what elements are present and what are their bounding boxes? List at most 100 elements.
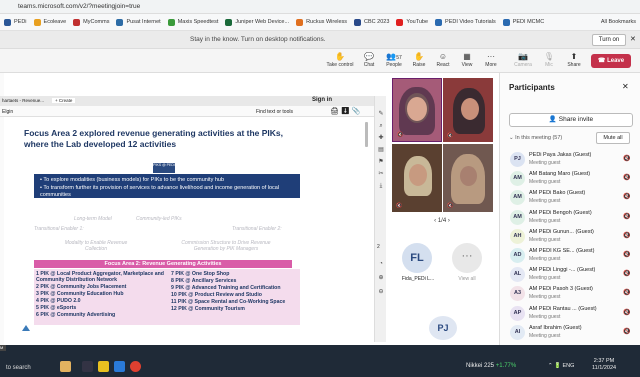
participant-row[interactable]: AI Asraf Ibrahim (Guest) Meeting guest 🔇 xyxy=(507,322,637,348)
in-meeting-header[interactable]: ⌄ In this meeting (57) xyxy=(509,135,562,141)
participant-role: Meeting guest xyxy=(529,179,561,186)
avatar: AH xyxy=(510,228,525,244)
bookmark-item[interactable]: Ruckus Wireless xyxy=(296,18,347,26)
bookmark-favicon-icon xyxy=(167,18,175,26)
mic-off-icon[interactable]: 🔇 xyxy=(623,155,630,162)
mute-all-button[interactable]: Mute all xyxy=(596,132,630,144)
clock[interactable]: 2:37 PM 11/1/2024 xyxy=(592,358,616,372)
avatar: AP xyxy=(510,305,525,321)
sign-in-link: Sign in xyxy=(312,97,332,103)
participant-role: Meeting guest xyxy=(529,256,561,262)
mic-off-icon[interactable]: 🔇 xyxy=(623,193,630,200)
more-button[interactable]: ··· More xyxy=(477,52,505,68)
edge-icon[interactable] xyxy=(114,361,125,372)
close-icon[interactable]: ✕ xyxy=(630,35,636,43)
close-icon[interactable]: ✕ xyxy=(622,82,629,91)
video-tile[interactable]: 🔇 xyxy=(392,78,442,142)
people-icon: 👥57 xyxy=(386,52,402,61)
bookmark-item[interactable]: Pusat Internet xyxy=(116,18,161,26)
mic-off-icon[interactable]: 🔇 xyxy=(623,213,630,220)
shared-browser-tabs: hartaets - Revenue... + Create Sign in xyxy=(0,96,386,106)
system-tray[interactable]: ⌃ 🔋 ENG xyxy=(548,363,574,369)
bookmark-item[interactable]: PEDI Video Tutorials xyxy=(435,18,496,26)
ellipsis-icon: ··· xyxy=(487,52,495,61)
more-participants-button[interactable]: ··· xyxy=(452,243,482,273)
leave-button[interactable]: ☎ Leave xyxy=(591,54,631,68)
share-button[interactable]: ⬆ Share xyxy=(560,52,588,68)
face-shape xyxy=(461,98,479,120)
browser-address-bar[interactable]: teams.microsoft.com/v2/?meetingjoin=true xyxy=(0,0,640,14)
find-box: Find text or tools xyxy=(256,109,293,115)
panel-title: Participants xyxy=(509,83,555,92)
mic-off-icon: 🔇 xyxy=(447,133,454,139)
url-text[interactable]: teams.microsoft.com/v2/?meetingjoin=true xyxy=(18,3,140,10)
tool-icon: ✂ xyxy=(378,171,384,177)
bookmark-favicon-icon xyxy=(73,18,81,26)
people-button[interactable]: 👥57 People xyxy=(380,52,408,68)
tool-icon: ⊖ xyxy=(378,289,384,295)
bookmark-favicon-icon xyxy=(296,18,304,26)
logo-icon xyxy=(22,325,30,331)
bookmark-item[interactable]: Juniper Web Device... xyxy=(225,18,289,26)
pik-item: 7 PIK @ One Stop Shop xyxy=(171,271,230,277)
bookmark-item[interactable]: PEDI MCMC xyxy=(502,18,544,26)
participant-name: AM PEDi Gunun... (Guest) xyxy=(529,228,594,235)
pik-item: 12 PIK @ Community Tourism xyxy=(171,306,245,312)
avatar[interactable]: FL xyxy=(402,243,432,273)
mic-off-icon[interactable]: 🔇 xyxy=(623,232,630,239)
gallery-pager[interactable]: ‹ 1/4 › xyxy=(392,215,492,227)
participant-label: Fida_PEDi L... xyxy=(401,276,435,282)
video-tile[interactable]: 🔇 xyxy=(443,144,493,212)
avatar[interactable]: PJ xyxy=(429,316,457,340)
pik-item: 6 PIK @ Community Advertising xyxy=(36,312,116,318)
bookmark-item[interactable]: MyComms xyxy=(73,18,109,26)
mic-off-icon[interactable]: 🔇 xyxy=(623,309,630,316)
camera-button[interactable]: 📷 Camera xyxy=(509,52,537,68)
chat-button[interactable]: 💬 Chat xyxy=(355,52,383,68)
turn-on-button[interactable]: Turn on xyxy=(592,34,626,46)
mic-off-icon[interactable]: 🔇 xyxy=(623,328,630,335)
mic-off-icon[interactable]: 🔇 xyxy=(623,289,630,296)
shared-slide: Focus Area 2 explored revenue generating… xyxy=(4,118,372,340)
mic-off-icon[interactable]: 🔇 xyxy=(623,251,630,258)
bookmark-item[interactable]: Maxis Speedtest xyxy=(167,18,218,26)
chrome-icon[interactable] xyxy=(130,361,141,372)
market-widget[interactable]: Nikkei 225 +1.77% xyxy=(466,363,516,369)
mic-off-icon[interactable]: 🔇 xyxy=(623,270,630,277)
focus-area-title: Focus Area 2: Revenue Generating Activit… xyxy=(34,260,292,268)
take-control-button[interactable]: ✋ Take control xyxy=(326,52,354,68)
shared-pdf-toolbar: Elgin Find text or tools 🖨 ⬇ 📎 xyxy=(0,106,374,117)
notification-message: Stay in the know. Turn on desktop notifi… xyxy=(190,36,326,43)
bookmark-item[interactable]: PEDi xyxy=(4,18,27,26)
bookmark-item[interactable]: CBC 2023 xyxy=(354,18,389,26)
pik-item: 3 PIK @ Community Education Hub xyxy=(36,291,124,297)
all-bookmarks[interactable]: All Bookmarks xyxy=(601,19,640,25)
bookmark-item[interactable]: Ecoleave xyxy=(33,18,66,26)
slide-headline: Focus Area 2 explored revenue generating… xyxy=(24,128,284,149)
bookmark-item[interactable]: YouTube xyxy=(396,18,428,26)
taskbar-search[interactable]: to search xyxy=(6,365,31,371)
notification-banner: Stay in the know. Turn on desktop notifi… xyxy=(0,31,640,49)
video-tile[interactable]: 🔇 xyxy=(443,78,493,142)
task-view-icon[interactable] xyxy=(82,361,93,372)
participant-name: Asraf Ibrahim (Guest) xyxy=(529,324,582,331)
mic-off-icon: 🔇 xyxy=(396,203,403,209)
mic-off-icon[interactable]: 🔇 xyxy=(623,174,630,181)
bookmark-favicon-icon xyxy=(33,18,41,26)
slide-scrollbar[interactable] xyxy=(365,122,368,147)
cat-icon[interactable] xyxy=(60,361,71,372)
bookmark-favicon-icon xyxy=(225,18,233,26)
bookmark-favicon-icon xyxy=(435,18,443,26)
mic-button[interactable]: 🎙 Mic xyxy=(535,52,563,68)
tool-icon: ✎ xyxy=(378,111,384,117)
face-shape xyxy=(409,164,427,186)
share-invite-button[interactable]: 👤 Share invite xyxy=(509,113,633,127)
video-tile[interactable]: 🔇 xyxy=(392,144,442,212)
bookmark-favicon-icon xyxy=(354,18,362,26)
participant-role: Meeting guest xyxy=(529,313,561,320)
avatar: AD xyxy=(510,248,525,263)
participant-role: Meeting guest xyxy=(529,294,561,301)
face-shape xyxy=(407,97,427,121)
objectives-box: • To explore modalities (business models… xyxy=(34,174,300,198)
file-explorer-icon[interactable] xyxy=(98,361,109,372)
